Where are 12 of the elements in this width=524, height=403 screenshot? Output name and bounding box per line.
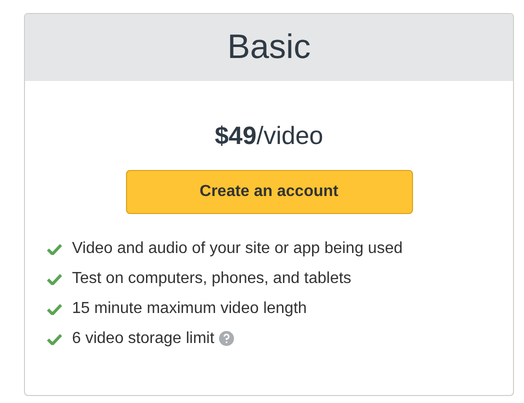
check-icon <box>47 242 62 254</box>
check-icon <box>47 302 62 314</box>
check-icon <box>47 272 62 284</box>
feature-text: 6 video storage limit <box>72 328 214 348</box>
feature-text: Test on computers, phones, and tablets <box>72 268 352 288</box>
check-icon <box>47 332 62 344</box>
help-icon[interactable] <box>219 331 234 346</box>
plan-price: $49/video <box>214 121 324 152</box>
plan-title: Basic <box>227 27 311 68</box>
feature-text: Video and audio of your site or app being used <box>72 238 403 258</box>
feature-text: 15 minute maximum video length <box>72 298 307 318</box>
create-account-button[interactable]: Create an account <box>126 170 412 214</box>
